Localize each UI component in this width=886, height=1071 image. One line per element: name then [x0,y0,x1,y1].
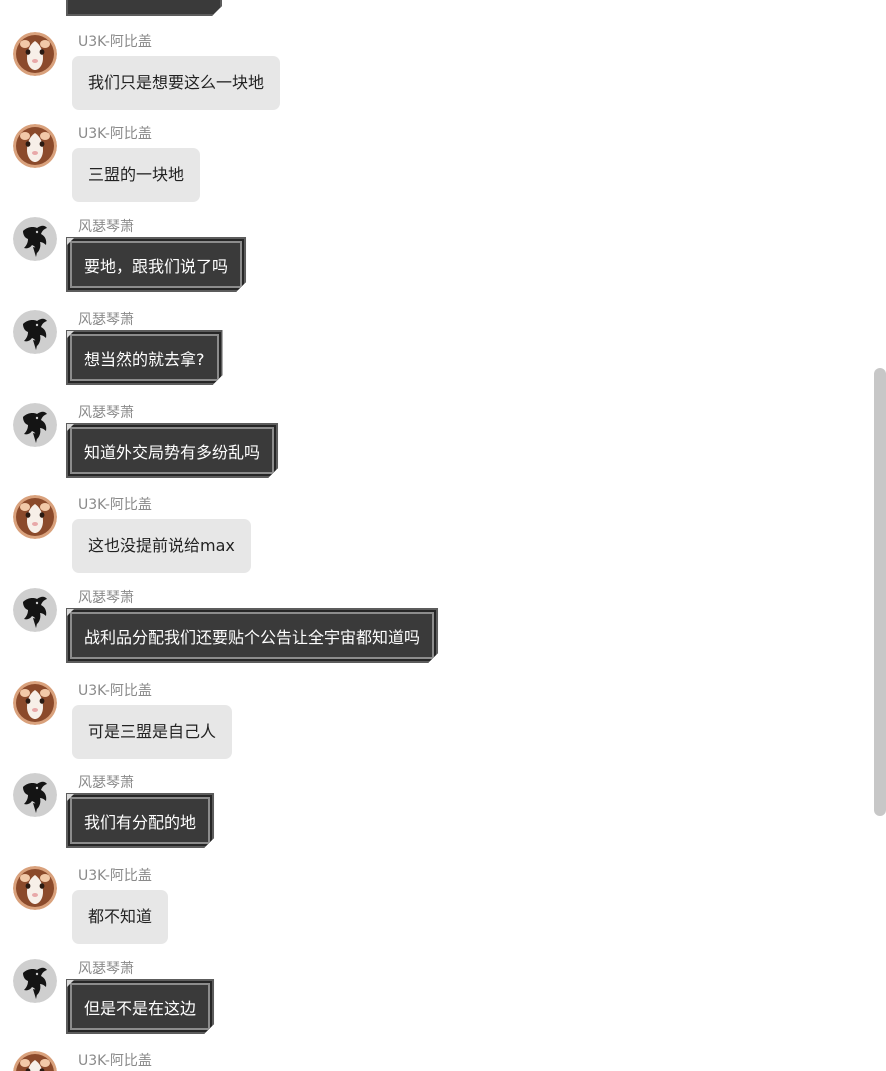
guinea-pig-avatar-icon[interactable] [13,866,57,910]
sender-name: 风瑟琴萧 [78,775,134,791]
sender-name: U3K-阿比盖 [78,683,152,699]
sender-name: 风瑟琴萧 [78,405,134,421]
message-bubble: 三盟的一块地 [72,148,201,202]
black-bird-avatar-icon[interactable] [13,310,57,354]
chat-message-list[interactable]: U3K-阿比盖 我们只是想要这么一块地 U3K-阿比盖 三盟的一块地 风瑟琴萧 … [0,0,886,1071]
message-bubble-partial [66,0,222,16]
message-bubble: 知道外交局势有多纷乱吗 [66,423,278,478]
message-bubble: 要地，跟我们说了吗 [66,237,246,292]
message-bubble: 想当然的就去拿? [66,330,223,385]
black-bird-avatar-icon[interactable] [13,588,57,632]
message-bubble: 我们有分配的地 [66,793,214,848]
guinea-pig-avatar-icon[interactable] [13,124,57,168]
message-bubble: 都不知道 [72,890,169,944]
sender-name: U3K-阿比盖 [78,1053,152,1069]
black-bird-avatar-icon[interactable] [13,959,57,1003]
message-bubble: 可是三盟是自己人 [72,705,233,759]
guinea-pig-avatar-icon[interactable] [13,32,57,76]
scrollbar-thumb[interactable] [874,368,886,816]
black-bird-avatar-icon[interactable] [13,403,57,447]
sender-name: U3K-阿比盖 [78,868,152,884]
black-bird-avatar-icon[interactable] [13,217,57,261]
sender-name: U3K-阿比盖 [78,497,152,513]
sender-name: 风瑟琴萧 [78,590,134,606]
sender-name: 风瑟琴萧 [78,961,134,977]
sender-name: 风瑟琴萧 [78,312,134,328]
message-bubble: 我们只是想要这么一块地 [72,56,281,110]
message-bubble: 这也没提前说给max [72,519,251,573]
message-bubble: 战利品分配我们还要贴个公告让全宇宙都知道吗 [66,608,438,663]
sender-name: 风瑟琴萧 [78,219,134,235]
sender-name: U3K-阿比盖 [78,34,152,50]
guinea-pig-avatar-icon[interactable] [13,1051,57,1071]
message-bubble: 但是不是在这边 [66,979,214,1034]
guinea-pig-avatar-icon[interactable] [13,681,57,725]
sender-name: U3K-阿比盖 [78,126,152,142]
black-bird-avatar-icon[interactable] [13,773,57,817]
guinea-pig-avatar-icon[interactable] [13,495,57,539]
